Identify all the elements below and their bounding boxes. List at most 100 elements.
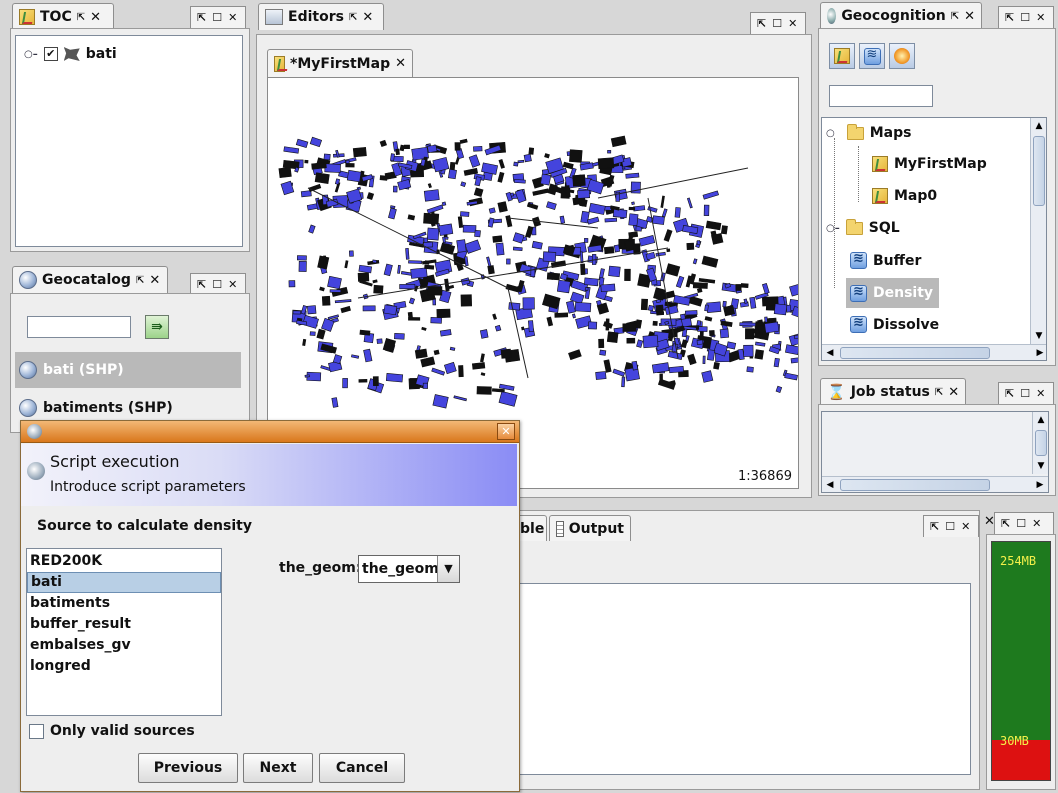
scroll-down-icon[interactable]: ▼ [1033,458,1049,474]
close-icon[interactable]: ✕ [395,56,406,71]
source-list[interactable]: RED200K bati batiments buffer_result embalse… [26,548,222,716]
only-valid-checkbox[interactable] [29,723,44,739]
tree-vertical-scrollbar[interactable]: ▲ ▼ [1030,118,1046,344]
layer-visible-checkbox[interactable]: ✔ [43,47,58,61]
tree-item-dissolve[interactable]: Dissolve [850,315,939,333]
close-icon[interactable]: ✕ [228,11,237,24]
pin-icon[interactable]: ⇱ [951,11,959,22]
tree-horizontal-scrollbar[interactable]: ◀ ▶ [822,344,1046,360]
geocatalog-item[interactable]: bati (SHP) [15,352,241,388]
cancel-button[interactable]: Cancel [319,753,405,783]
scroll-thumb[interactable] [840,479,990,491]
next-button[interactable]: Next [243,753,313,783]
tree-item-density[interactable]: Density [846,278,940,308]
pin-icon[interactable]: ⇱ [1005,11,1014,24]
scroll-right-icon[interactable]: ▶ [1032,345,1046,360]
maximize-icon[interactable]: ☐ [1020,11,1030,24]
geocognition-tab[interactable]: Geocognition ⇱ ✕ [820,2,982,29]
geocatalog-search-input[interactable] [27,316,131,338]
scroll-left-icon[interactable]: ◀ [822,345,838,360]
only-valid-checkbox-row[interactable]: Only valid sources [29,723,195,739]
close-icon[interactable]: ✕ [961,520,970,533]
close-icon[interactable]: ✕ [228,278,237,291]
maximize-icon[interactable]: ☐ [212,278,222,291]
pin-icon[interactable]: ⇱ [935,387,943,398]
scroll-thumb[interactable] [1033,136,1045,206]
map-building [506,258,511,265]
scroll-thumb[interactable] [1035,430,1047,456]
pin-icon[interactable]: ⇱ [197,11,206,24]
source-list-item[interactable]: embalses_gv [27,635,221,656]
tree-item-buffer[interactable]: Buffer [850,251,921,269]
close-icon[interactable]: ✕ [149,273,160,288]
maximize-icon[interactable]: ☐ [1020,387,1030,400]
source-list-item[interactable]: batiments [27,593,221,614]
source-list-item[interactable]: bati [27,572,221,593]
filter-button[interactable]: ⇛ [145,315,169,339]
map-editor-tab[interactable]: *MyFirstMap ✕ [267,49,413,77]
tree-handle-icon[interactable]: ○– [826,223,840,234]
maximize-icon[interactable]: ☐ [945,520,955,533]
close-icon[interactable]: ✕ [948,385,959,400]
pin-icon[interactable]: ⇱ [349,12,357,23]
scroll-down-icon[interactable]: ▼ [1031,328,1046,344]
close-icon[interactable]: ✕ [90,10,101,25]
toc-layer-row[interactable]: ○– ✔ bati [24,46,117,62]
pin-icon[interactable]: ⇱ [930,520,939,533]
map-building [739,322,756,327]
toc-tab[interactable]: TOC ⇱ ✕ [12,3,114,30]
close-icon[interactable]: ✕ [1036,387,1045,400]
tree-item-sql[interactable]: ○– SQL [826,218,900,236]
previous-button[interactable]: Previous [138,753,238,783]
close-icon[interactable]: ✕ [1036,11,1045,24]
tree-item-maps[interactable]: ○ Maps [826,123,911,141]
map-building [342,378,348,389]
source-list-item[interactable]: longred [27,656,221,677]
close-icon[interactable]: ✕ [362,10,373,25]
maximize-icon[interactable]: ☐ [772,17,782,30]
chevron-down-icon[interactable]: ▼ [437,556,459,582]
scroll-up-icon[interactable]: ▲ [1031,118,1046,134]
scroll-thumb[interactable] [840,347,990,359]
job-horizontal-scrollbar[interactable]: ◀ ▶ [822,476,1048,492]
tree-item-map0[interactable]: Map0 [872,188,937,204]
pin-icon[interactable]: ⇱ [1005,387,1014,400]
map-building [612,208,628,219]
tree-item-myfirstmap[interactable]: MyFirstMap [872,156,987,172]
geom-select[interactable]: the_geom ▼ [358,555,460,583]
map-building [323,255,327,267]
pin-icon[interactable]: ⇱ [77,12,85,23]
new-folder-button[interactable] [889,43,915,69]
map-building [376,338,383,344]
scroll-left-icon[interactable]: ◀ [822,477,838,493]
pin-icon[interactable]: ⇱ [136,275,144,286]
pin-icon[interactable]: ⇱ [197,278,206,291]
globe-icon [19,361,37,379]
tree-handle-icon[interactable]: ○– [24,49,38,60]
maximize-icon[interactable]: ☐ [212,11,222,24]
maximize-icon[interactable]: ☐ [1016,517,1026,530]
map-building [527,320,534,333]
job-vertical-scrollbar[interactable]: ▲ ▼ [1032,412,1048,474]
source-list-item[interactable]: RED200K [27,551,221,572]
scroll-up-icon[interactable]: ▲ [1033,412,1049,428]
job-status-tab[interactable]: ⌛ Job status ⇱ ✕ [820,378,966,405]
close-icon[interactable]: ✕ [1032,517,1041,530]
pin-icon[interactable]: ⇱ [757,17,766,30]
pin-icon[interactable]: ⇱ [1001,517,1010,530]
new-script-button[interactable] [859,43,885,69]
map-building [652,320,658,326]
editors-tab[interactable]: Editors ⇱ ✕ [258,3,384,30]
output-tab[interactable]: Output [549,515,631,541]
dialog-titlebar[interactable]: ✕ [21,421,519,443]
dialog-close-button[interactable]: ✕ [497,423,515,440]
close-icon[interactable]: ✕ [964,9,975,24]
tree-handle-icon[interactable]: ○ [826,128,835,139]
geocatalog-tab[interactable]: Geocatalog ⇱ ✕ [12,266,168,293]
map-building [399,144,405,152]
close-icon[interactable]: ✕ [788,17,797,30]
scroll-right-icon[interactable]: ▶ [1032,477,1048,493]
geocognition-search-input[interactable] [829,85,933,107]
source-list-item[interactable]: buffer_result [27,614,221,635]
new-map-button[interactable] [829,43,855,69]
